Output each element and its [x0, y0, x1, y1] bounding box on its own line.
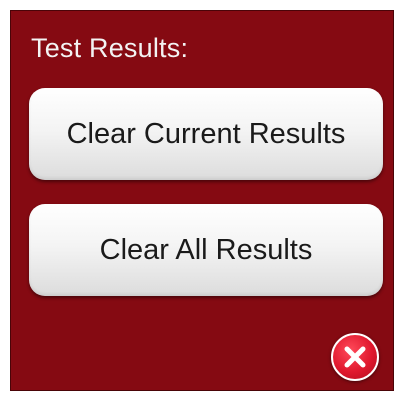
clear-all-results-button[interactable]: Clear All Results — [29, 204, 383, 296]
test-results-dialog: Test Results: Clear Current Results Clea… — [10, 10, 394, 391]
close-button[interactable] — [331, 333, 379, 381]
clear-current-results-button[interactable]: Clear Current Results — [29, 88, 383, 180]
clear-all-results-label: Clear All Results — [99, 233, 313, 266]
close-icon — [344, 346, 366, 368]
clear-current-results-label: Clear Current Results — [66, 117, 346, 150]
dialog-title: Test Results: — [31, 33, 189, 63]
